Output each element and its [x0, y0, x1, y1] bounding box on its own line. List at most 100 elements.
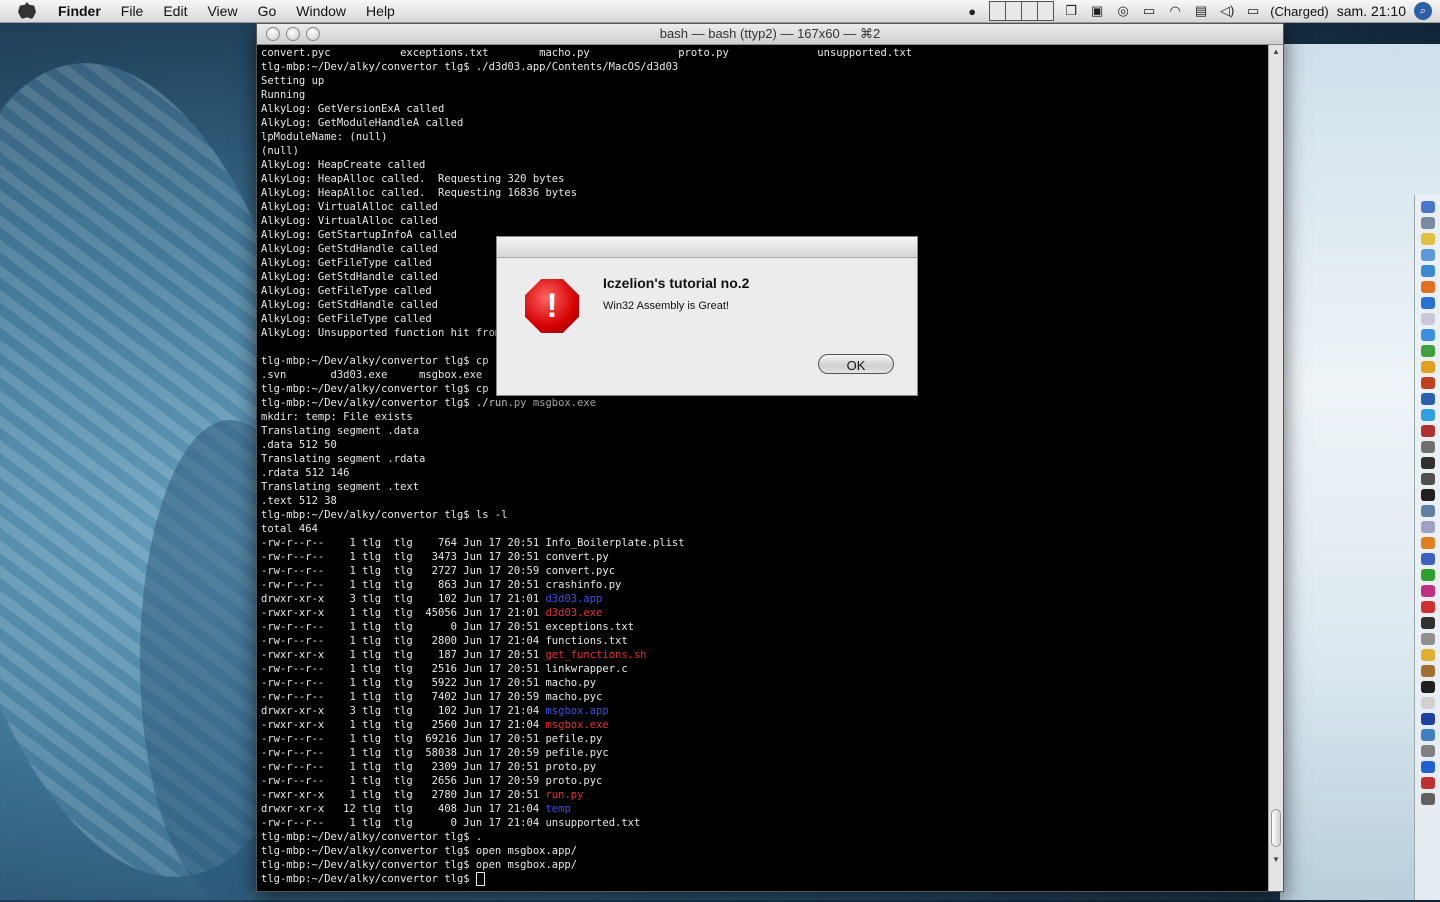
display-icon[interactable]: ▣ [1088, 3, 1106, 19]
terminal-window[interactable]: bash — bash (ttyp2) — 167x60 — ⌘2 conver… [256, 23, 1284, 892]
terminal-text: -rwxr-xr-x 1 tlg tlg 2780 Jun 17 20:51 [261, 789, 546, 801]
dock-app-icon[interactable] [1421, 441, 1435, 453]
volume-icon[interactable]: ◁) [1218, 3, 1236, 19]
dock-app-icon[interactable] [1421, 377, 1435, 389]
terminal-text: macho.pyc [545, 691, 603, 703]
spaces-icon[interactable] [989, 1, 1055, 21]
terminal-line: tlg-mbp:~/Dev/alky/convertor tlg$ ./d3d0… [261, 60, 1267, 74]
dock-app-icon[interactable] [1421, 633, 1435, 645]
terminal-text: tlg-mbp:~/Dev/alky/convertor tlg$ [261, 873, 476, 885]
dock-app-icon[interactable] [1421, 697, 1435, 709]
terminal-text: pefile.pyc [545, 747, 609, 759]
terminal-text: tlg-mbp:~/Dev/alky/convertor tlg$ cp .. [261, 383, 508, 395]
terminal-line: tlg-mbp:~/Dev/alky/convertor tlg$ [261, 872, 1267, 886]
terminal-line: AlkyLog: GetVersionExA called [261, 102, 1267, 116]
dock-app-icon[interactable] [1421, 425, 1435, 437]
dock-app-icon[interactable] [1421, 681, 1435, 693]
dock-app-icon[interactable] [1421, 729, 1435, 741]
terminal-line: Translating segment .text [261, 480, 1267, 494]
terminal-scrollbar[interactable]: ▲ ▼ [1268, 45, 1283, 891]
terminal-line: -rwxr-xr-x 1 tlg tlg 2780 Jun 17 20:51 r… [261, 788, 1267, 802]
dock-app-icon[interactable] [1421, 233, 1435, 245]
sync-icon[interactable]: ◎ [1114, 3, 1132, 19]
terminal-output[interactable]: convert.pyc exceptions.txt macho.py prot… [261, 46, 1267, 891]
dock-app-icon[interactable] [1421, 537, 1435, 549]
terminal-line: -rw-r--r-- 1 tlg tlg 2656 Jun 17 20:59 p… [261, 774, 1267, 788]
terminal-text: get_functions.sh [545, 649, 647, 661]
dock-app-icon[interactable] [1421, 457, 1435, 469]
spotlight-search-icon[interactable]: ⌕ [1414, 2, 1432, 20]
terminal-text: Translating segment .data [261, 425, 420, 437]
dock-app-icon[interactable] [1421, 329, 1435, 341]
menu-go[interactable]: Go [248, 0, 287, 22]
wifi-icon[interactable]: ◠ [1166, 3, 1184, 19]
terminal-text: tlg-mbp:~/Dev/alky/convertor tlg$ ls -l [261, 509, 508, 521]
terminal-line: AlkyLog: HeapAlloc called. Requesting 16… [261, 186, 1267, 200]
dialog-message: Win32 Assembly is Great! [603, 300, 729, 312]
menu-extras: ● ❐ ▣ ◎ ▭ ◠ ▤ ◁) ▭ (Charged) sam. 21:10 … [963, 1, 1440, 21]
dock-app-icon[interactable] [1421, 745, 1435, 757]
dock-app-icon[interactable] [1421, 553, 1435, 565]
ok-button[interactable]: OK [818, 354, 894, 374]
menu-file[interactable]: File [111, 0, 154, 22]
terminal-text: tlg-mbp:~/Dev/alky/convertor tlg$ ./run.… [261, 397, 597, 409]
dock-app-icon[interactable] [1421, 601, 1435, 613]
dock-app-icon[interactable] [1421, 569, 1435, 581]
terminal-line: -rw-r--r-- 1 tlg tlg 2727 Jun 17 20:59 c… [261, 564, 1267, 578]
dock-app-icon[interactable] [1421, 521, 1435, 533]
scroll-down-arrow-icon[interactable]: ▼ [1269, 855, 1283, 867]
dock-app-icon[interactable] [1421, 585, 1435, 597]
menu-help[interactable]: Help [356, 0, 405, 22]
dock-app-icon[interactable] [1421, 713, 1435, 725]
menu-view[interactable]: View [197, 0, 247, 22]
scroll-up-arrow-icon[interactable]: ▲ [1269, 47, 1283, 59]
menu-window[interactable]: Window [286, 0, 356, 22]
menu-clock[interactable]: sam. 21:10 [1337, 3, 1406, 19]
alert-dialog: ! Iczelion's tutorial no.2 Win32 Assembl… [496, 236, 918, 396]
dock-app-icon[interactable] [1421, 281, 1435, 293]
dock-app-icon[interactable] [1421, 409, 1435, 421]
dock-app-icon[interactable] [1421, 777, 1435, 789]
screen-icon[interactable]: ▭ [1140, 3, 1158, 19]
dock-app-icon[interactable] [1421, 617, 1435, 629]
dock-app-icon[interactable] [1421, 265, 1435, 277]
menu-edit[interactable]: Edit [153, 0, 197, 22]
dock-app-icon[interactable] [1421, 217, 1435, 229]
dock-app-icon[interactable] [1421, 665, 1435, 677]
terminal-text: -rw-r--r-- 1 tlg tlg 2727 Jun 17 20:59 [261, 565, 546, 577]
terminal-text: drwxr-xr-x 3 tlg tlg 102 Jun 17 21:01 [261, 593, 546, 605]
terminal-text: drwxr-xr-x 12 tlg tlg 408 Jun 17 21:04 [261, 803, 546, 815]
dock-app-icon[interactable] [1421, 361, 1435, 373]
terminal-text: convert.pyc [545, 565, 616, 577]
terminal-line: -rw-r--r-- 1 tlg tlg 5922 Jun 17 20:51 m… [261, 676, 1267, 690]
app-menu[interactable]: Finder [48, 0, 111, 22]
dock-app-icon[interactable] [1421, 201, 1435, 213]
apple-menu-icon[interactable] [18, 2, 36, 20]
terminal-line: -rwxr-xr-x 1 tlg tlg 45056 Jun 17 21:01 … [261, 606, 1267, 620]
window-icon[interactable]: ❐ [1062, 3, 1080, 19]
battery-icon[interactable]: ▭ [1244, 3, 1262, 19]
dialog-title: Iczelion's tutorial no.2 [603, 275, 750, 291]
battery-status[interactable]: (Charged) [1270, 4, 1329, 19]
dock-app-icon[interactable] [1421, 761, 1435, 773]
terminal-text: proto.py [545, 761, 597, 773]
terminal-line: Translating segment .data [261, 424, 1267, 438]
dock-app-icon[interactable] [1421, 793, 1435, 805]
terminal-text: -rw-r--r-- 1 tlg tlg 69216 Jun 17 20:51 [261, 733, 546, 745]
dock-app-icon[interactable] [1421, 249, 1435, 261]
status-app-icon[interactable]: ● [963, 3, 981, 19]
dialog-titlebar[interactable] [497, 237, 917, 258]
terminal-line: -rw-r--r-- 1 tlg tlg 69216 Jun 17 20:51 … [261, 732, 1267, 746]
dock-app-icon[interactable] [1421, 505, 1435, 517]
scrollbar-thumb[interactable] [1271, 809, 1281, 847]
dock-app-icon[interactable] [1421, 649, 1435, 661]
terminal-titlebar[interactable]: bash — bash (ttyp2) — 167x60 — ⌘2 [257, 24, 1283, 45]
terminal-text: -rw-r--r-- 1 tlg tlg 2800 Jun 17 21:04 [261, 635, 546, 647]
dock-app-icon[interactable] [1421, 393, 1435, 405]
dock-app-icon[interactable] [1421, 297, 1435, 309]
dock-app-icon[interactable] [1421, 313, 1435, 325]
dock-app-icon[interactable] [1421, 489, 1435, 501]
dock-app-icon[interactable] [1421, 473, 1435, 485]
keychain-icon[interactable]: ▤ [1192, 3, 1210, 19]
dock-app-icon[interactable] [1421, 345, 1435, 357]
